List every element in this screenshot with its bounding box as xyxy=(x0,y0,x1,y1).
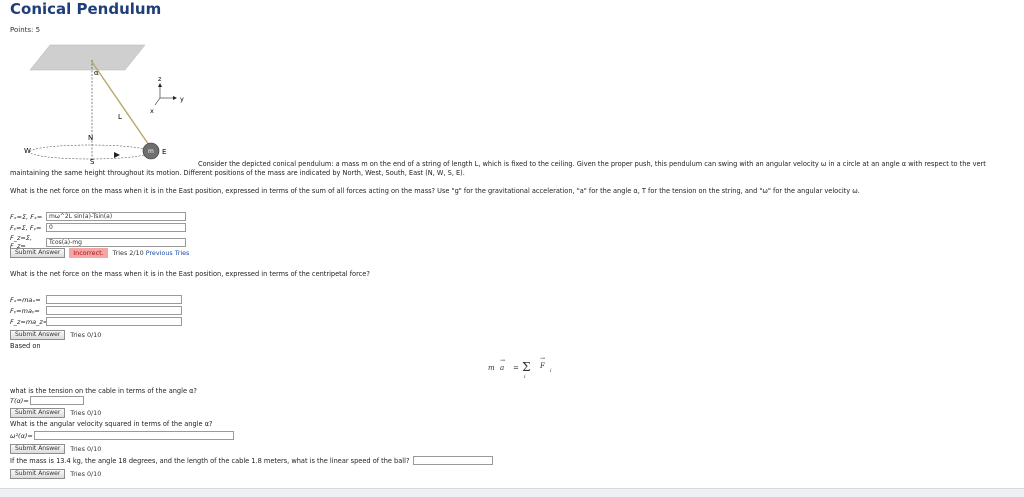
q2-tries: Tries 0/10 xyxy=(70,331,102,339)
q3-row: T(α)= xyxy=(10,396,84,405)
south-label: S xyxy=(90,158,95,166)
q2-input-y[interactable] xyxy=(46,306,182,315)
q1-actions: Submit Answer Incorrect. Tries 2/10 Prev… xyxy=(10,248,189,258)
equation-F: F xyxy=(540,362,545,370)
q1-label-x: Fₓ=Σ, Fₓ= xyxy=(10,212,43,221)
q2-row-z: F_z=ma_z= xyxy=(10,317,182,326)
alpha-label: α xyxy=(94,69,99,77)
q1-text: What is the net force on the mass when i… xyxy=(10,187,860,195)
equation-equals: = xyxy=(513,364,519,372)
q1-tries-count: Tries 2/10 xyxy=(112,249,144,257)
z-label: z xyxy=(158,75,162,83)
q5-input[interactable] xyxy=(413,456,494,465)
q1-input-y[interactable]: 0 xyxy=(46,223,186,232)
conical-pendulum-diagram: α L m N S W E z y x xyxy=(24,44,184,166)
q1-status-badge: Incorrect. xyxy=(69,248,108,258)
q1-input-z[interactable]: Tcos(a)-mg xyxy=(46,237,186,247)
q1-submit-button[interactable]: Submit Answer xyxy=(10,248,66,258)
y-label: y xyxy=(180,95,184,103)
equation-sum: Σ xyxy=(522,360,531,374)
q5-tries: Tries 0/10 xyxy=(70,470,102,478)
q1-label-y: Fᵧ=Σ, Fᵧ= xyxy=(10,223,42,232)
x-label: x xyxy=(150,107,154,115)
q5-text: If the mass is 13.4 kg, the angle 18 deg… xyxy=(10,456,410,465)
q2-submit-button[interactable]: Submit Answer xyxy=(10,330,66,340)
east-label: E xyxy=(162,148,166,156)
q3-tries: Tries 0/10 xyxy=(70,409,102,417)
x-axis xyxy=(154,97,161,106)
intro-text: Consider the depicted conical pendulum: … xyxy=(198,160,986,168)
north-label: N xyxy=(88,134,93,142)
orbit-circle xyxy=(29,144,151,160)
q3-submit-button[interactable]: Submit Answer xyxy=(10,408,66,418)
q3-input[interactable] xyxy=(30,396,84,405)
equation-a-arrow: → xyxy=(500,357,506,364)
q2-input-x[interactable] xyxy=(46,295,182,304)
q2-text: What is the net force on the mass when i… xyxy=(10,270,370,278)
q1-row-y: Fᵧ=Σ, Fᵧ= 0 xyxy=(10,223,186,232)
q2-label-z: F_z=ma_z= xyxy=(10,317,49,326)
based-on-text: Based on xyxy=(10,342,41,350)
q3-label: T(α)= xyxy=(10,396,29,405)
length-label: L xyxy=(118,113,122,121)
equation-F-index: i xyxy=(550,368,552,374)
q4-row: ω²(α)= xyxy=(10,431,234,440)
q4-input[interactable] xyxy=(34,431,234,440)
q2-label-x: Fₓ=maₓ= xyxy=(10,295,41,304)
q2-label-y: Fᵧ=maᵧ= xyxy=(10,306,40,315)
orbit-arrow-icon xyxy=(114,152,120,158)
q2-row-x: Fₓ=maₓ= xyxy=(10,295,182,304)
equation-a: a xyxy=(500,364,505,372)
page-title: Conical Pendulum xyxy=(10,0,162,18)
q2-input-z[interactable] xyxy=(46,317,182,326)
equation-sum-index: i xyxy=(524,374,526,380)
q4-text: What is the angular velocity squared in … xyxy=(10,420,213,428)
pendulum-string xyxy=(91,61,152,149)
points-label: Points: 5 xyxy=(10,26,41,34)
equation-m: m xyxy=(488,364,495,372)
q3-text: what is the tension on the cable in term… xyxy=(10,387,197,395)
q5-submit-button[interactable]: Submit Answer xyxy=(10,469,66,479)
ceiling-plane xyxy=(29,44,146,71)
equation-F-arrow: → xyxy=(540,355,546,362)
q5-actions: Submit Answer Tries 0/10 xyxy=(10,469,101,479)
q1-input-x[interactable]: mω^2L sin(a)-Tsin(a) xyxy=(46,212,186,221)
q4-tries: Tries 0/10 xyxy=(70,445,102,453)
q5-row: If the mass is 13.4 kg, the angle 18 deg… xyxy=(10,456,494,465)
q2-actions: Submit Answer Tries 0/10 xyxy=(10,330,101,340)
mass-label: m xyxy=(148,148,154,155)
q4-submit-button[interactable]: Submit Answer xyxy=(10,444,66,454)
q1-tries: Tries 2/10 Previous Tries xyxy=(113,249,190,257)
q4-label: ω²(α)= xyxy=(10,431,33,440)
intro-text-continued: maintaining the same height throughout i… xyxy=(10,169,465,177)
q3-actions: Submit Answer Tries 0/10 xyxy=(10,408,101,418)
q2-row-y: Fᵧ=maᵧ= xyxy=(10,306,182,315)
q1-row-x: Fₓ=Σ, Fₓ= mω^2L sin(a)-Tsin(a) xyxy=(10,212,186,221)
q1-previous-tries-link[interactable]: Previous Tries xyxy=(146,249,190,257)
bottom-bar xyxy=(0,488,1024,497)
west-label: W xyxy=(24,147,31,155)
q4-actions: Submit Answer Tries 0/10 xyxy=(10,444,101,454)
